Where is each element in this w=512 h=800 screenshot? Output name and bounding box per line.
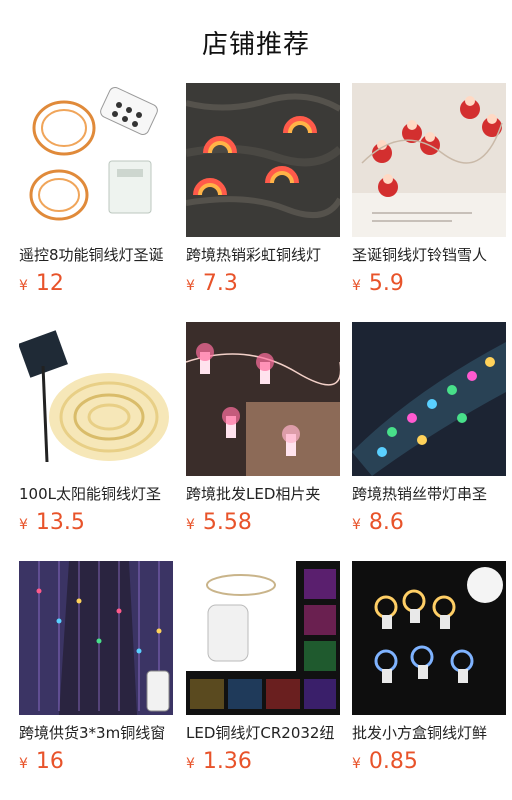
page-title: 店铺推荐 (201, 30, 310, 60)
santa-lights-image (352, 83, 506, 237)
product-name[interactable]: 批发小方盒铜线灯鲜 (352, 723, 506, 743)
product-card[interactable]: LED铜线灯CR2032纽 ¥ 1.36 (186, 561, 340, 785)
product-image[interactable] (19, 561, 173, 715)
product-price: ¥ 0.85 (352, 749, 506, 775)
product-image[interactable] (352, 561, 506, 715)
product-image[interactable] (186, 322, 340, 476)
price-amount: 12 (35, 271, 64, 296)
product-name[interactable]: 跨境热销丝带灯串圣 (352, 484, 506, 504)
product-price: ¥ 5.9 (352, 271, 506, 297)
product-name[interactable]: 跨境供货3*3m铜线窗 (19, 723, 173, 743)
product-image[interactable] (19, 83, 173, 237)
fairy-lights-remote-image (19, 83, 173, 237)
currency-symbol: ¥ (352, 517, 361, 533)
product-image[interactable] (352, 322, 506, 476)
product-name[interactable]: LED铜线灯CR2032纽 (186, 723, 340, 743)
product-card[interactable]: 跨境热销丝带灯串圣 ¥ 8.6 (352, 322, 506, 546)
product-card[interactable]: 跨境批发LED相片夹 ¥ 5.58 (186, 322, 340, 546)
product-name[interactable]: 100L太阳能铜线灯圣 (19, 484, 173, 504)
mini-box-lights-image (352, 561, 506, 715)
price-amount: 8.6 (368, 510, 404, 535)
product-price: ¥ 7.3 (186, 271, 340, 297)
product-price: ¥ 13.5 (19, 510, 173, 536)
coin-cell-lights-image (186, 561, 340, 715)
store-recommendations-page: 店铺推荐 遥控8功能铜线灯圣诞 ¥ 12 跨境热销彩虹铜线灯 ¥ 7.3 圣诞铜… (0, 0, 512, 800)
product-image[interactable] (19, 322, 173, 476)
curtain-lights-image (19, 561, 173, 715)
photo-clip-lights-image (186, 322, 340, 476)
rainbow-lights-image (186, 83, 340, 237)
currency-symbol: ¥ (186, 278, 195, 294)
currency-symbol: ¥ (352, 278, 361, 294)
product-card[interactable]: 跨境热销彩虹铜线灯 ¥ 7.3 (186, 83, 340, 307)
product-name[interactable]: 跨境热销彩虹铜线灯 (186, 245, 340, 265)
product-price: ¥ 1.36 (186, 749, 340, 775)
product-name[interactable]: 遥控8功能铜线灯圣诞 (19, 245, 173, 265)
ribbon-lights-image (352, 322, 506, 476)
price-amount: 7.3 (202, 271, 238, 296)
product-card[interactable]: 100L太阳能铜线灯圣 ¥ 13.5 (19, 322, 173, 546)
currency-symbol: ¥ (186, 756, 195, 772)
currency-symbol: ¥ (19, 278, 28, 294)
price-amount: 5.58 (202, 510, 252, 535)
currency-symbol: ¥ (186, 517, 195, 533)
product-image[interactable] (186, 561, 340, 715)
currency-symbol: ¥ (352, 756, 361, 772)
product-name[interactable]: 圣诞铜线灯铃铛雪人 (352, 245, 506, 265)
product-price: ¥ 5.58 (186, 510, 340, 536)
product-card[interactable]: 圣诞铜线灯铃铛雪人 ¥ 5.9 (352, 83, 506, 307)
price-amount: 13.5 (35, 510, 85, 535)
product-card[interactable]: 遥控8功能铜线灯圣诞 ¥ 12 (19, 83, 173, 307)
price-amount: 16 (35, 749, 64, 774)
product-image[interactable] (186, 83, 340, 237)
price-amount: 0.85 (368, 749, 418, 774)
product-price: ¥ 16 (19, 749, 173, 775)
product-price: ¥ 8.6 (352, 510, 506, 536)
product-image[interactable] (352, 83, 506, 237)
product-name[interactable]: 跨境批发LED相片夹 (186, 484, 340, 504)
currency-symbol: ¥ (19, 517, 28, 533)
product-card[interactable]: 批发小方盒铜线灯鲜 ¥ 0.85 (352, 561, 506, 785)
currency-symbol: ¥ (19, 756, 28, 772)
price-amount: 5.9 (368, 271, 404, 296)
product-card[interactable]: 跨境供货3*3m铜线窗 ¥ 16 (19, 561, 173, 785)
product-price: ¥ 12 (19, 271, 173, 297)
solar-lights-image (19, 322, 173, 476)
price-amount: 1.36 (202, 749, 252, 774)
